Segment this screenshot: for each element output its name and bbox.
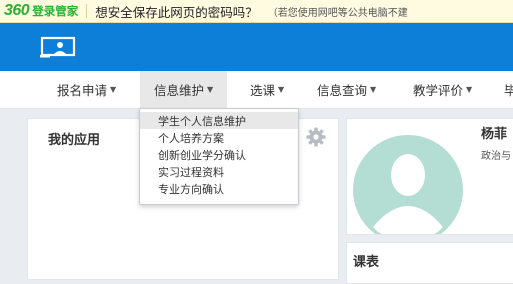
save-password-question: 想安全保存此网页的密码吗？ [95,4,258,20]
caret-down-icon: ▼ [207,85,214,94]
nav-item-info-maintenance[interactable]: 信息维护 ▼ [140,71,228,108]
menu-item-label: 个人培养方案 [158,131,224,145]
menu-item-label: 实习过程资料 [158,165,224,179]
nav-item-course-selection[interactable]: 选课 ▼ [240,71,294,108]
nav-label: 教学评价 [413,83,464,98]
profile-panel: 杨菲 政治与 [346,118,513,235]
menu-item-innovation-credit[interactable]: 创新创业学分确认 [140,146,298,163]
nav-label: 毕 [504,80,513,99]
main-nav: 报名申请 ▼ 信息维护 ▼ 选课 ▼ 信息查询 ▼ 教学评价 ▼ 毕 [0,71,513,109]
brand-number: 360 [4,2,30,19]
menu-item-label: 创新创业学分确认 [158,148,246,162]
menu-item-student-info[interactable]: 学生个人信息维护 [140,112,298,129]
nav-item-registration[interactable]: 报名申请 ▼ [47,71,126,108]
nav-label: 选课 [250,83,276,98]
public-computer-note: （若您使用网吧等公共电脑不建 [267,7,408,19]
menu-item-major-direction[interactable]: 专业方向确认 [140,180,298,197]
screen-user-icon[interactable] [40,36,76,58]
caret-down-icon: ▼ [110,85,117,94]
caret-down-icon: ▼ [278,85,285,94]
menu-item-label: 学生个人信息维护 [158,114,246,128]
brand-text: 登录管家 [32,4,79,18]
menu-item-internship-materials[interactable]: 实习过程资料 [140,163,298,180]
nav-label: 报名申请 [57,83,108,98]
caret-down-icon: ▼ [466,85,473,94]
info-maintenance-dropdown: 学生个人信息维护 个人培养方案 创新创业学分确认 实习过程资料 专业方向确认 [139,108,299,205]
avatar-placeholder-icon [353,135,463,234]
nav-item-info-query[interactable]: 信息查询 ▼ [307,71,386,108]
student-name: 杨菲 [481,127,508,142]
student-department: 政治与 [481,151,511,162]
save-password-bar: 360 登录管家 想安全保存此网页的密码吗？ （若您使用网吧等公共电脑不建 [0,0,513,23]
site-header [0,23,513,71]
my-apps-title: 我的应用 [48,133,101,148]
divider [86,4,88,18]
360-brand-logo: 360 登录管家 [4,2,78,20]
gear-icon[interactable] [306,127,326,147]
nav-item-graduation[interactable]: 毕 [500,71,513,108]
schedule-panel: 课表 [346,242,513,284]
nav-label: 信息维护 [154,83,205,98]
nav-label: 信息查询 [317,83,368,98]
schedule-title: 课表 [353,255,380,270]
nav-item-teaching-evaluation[interactable]: 教学评价 ▼ [403,71,482,108]
menu-item-label: 专业方向确认 [158,182,224,196]
menu-item-training-plan[interactable]: 个人培养方案 [140,129,298,146]
caret-down-icon: ▼ [370,85,377,94]
